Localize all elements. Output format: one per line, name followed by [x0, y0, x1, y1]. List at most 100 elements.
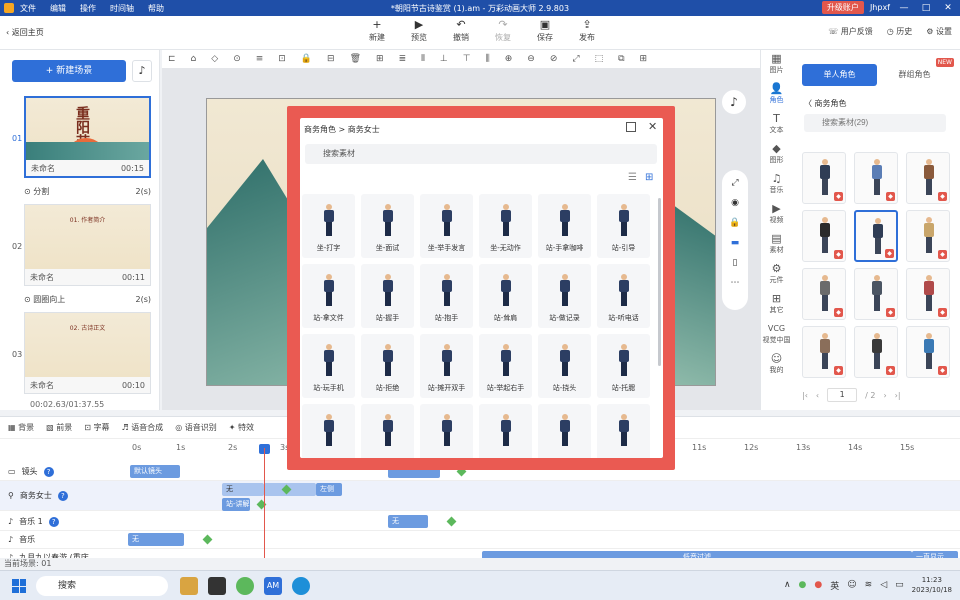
save-button[interactable]: ▣ 保存 [530, 18, 560, 43]
pose-card[interactable]: 站-做记录 [538, 264, 591, 328]
keyframe-icon[interactable] [446, 516, 457, 527]
pose-card[interactable]: 站-手拿咖啡 [538, 194, 591, 258]
pose-search-input[interactable]: 搜索素材 [305, 144, 657, 164]
minimize-button[interactable]: — [896, 3, 912, 13]
history-button[interactable]: ◷ 历史 [887, 26, 913, 37]
language-indicator[interactable]: 英 [830, 579, 839, 592]
audio-clip[interactable]: 无 [128, 533, 184, 546]
pose-card[interactable]: 站-拒绝 [361, 334, 414, 398]
canvas-tool-icon[interactable]: ⊞ [640, 54, 648, 64]
canvas-tool-icon[interactable]: ⊡ [278, 54, 286, 64]
new-button[interactable]: + 新建 [362, 18, 392, 43]
canvas-tool-icon[interactable]: ◇ [211, 54, 218, 64]
lock-icon[interactable]: 🔒 [729, 218, 740, 228]
camera-clip[interactable]: 默认镜头 [130, 465, 180, 478]
file-explorer-icon[interactable] [208, 577, 226, 595]
monitor-icon[interactable]: ▬ [731, 238, 740, 248]
animation-app-icon[interactable]: AM [264, 577, 282, 595]
character-card[interactable]: ◆ [854, 152, 898, 204]
redo-button[interactable]: ↷ 恢复 [488, 18, 518, 43]
pose-card[interactable]: 站-托腮 [597, 334, 650, 398]
category-7[interactable]: ⚙ 元件 [761, 260, 792, 290]
category-1[interactable]: 👤 角色 [761, 80, 792, 110]
canvas-tool-icon[interactable]: 🗑 [350, 54, 361, 64]
library-search-input[interactable] [804, 114, 946, 132]
character-card[interactable]: ◆ [802, 326, 846, 378]
category-6[interactable]: ▤ 素材 [761, 230, 792, 260]
canvas-tool-icon[interactable]: ⊖ [527, 54, 535, 64]
bg-music-button[interactable]: ♪ [722, 90, 746, 114]
tray-app-icon[interactable]: ● [799, 580, 807, 590]
pose-card[interactable] [479, 404, 532, 458]
pose-card[interactable] [420, 404, 473, 458]
pose-card[interactable]: 站-握手 [361, 264, 414, 328]
keyframe-icon[interactable] [202, 534, 213, 545]
pose-card[interactable]: 站-耸肩 [479, 264, 532, 328]
prev-page-button[interactable]: ‹ [816, 391, 819, 400]
feedback-button[interactable]: ☏ 用户反馈 [828, 26, 873, 37]
canvas-tool-icon[interactable]: ⊕ [505, 54, 513, 64]
scene-thumbnail[interactable]: 02. 古诗正文 未命名 00:10 [24, 312, 151, 394]
character-card[interactable]: ◆ [854, 326, 898, 378]
browser-app-icon[interactable] [236, 577, 254, 595]
phone-icon[interactable]: ▯ [733, 258, 738, 268]
clock[interactable]: 11:23 2023/10/18 [912, 575, 952, 595]
category-8[interactable]: ⊞ 其它 [761, 290, 792, 320]
pose-card[interactable]: 站-举起右手 [479, 334, 532, 398]
pose-card[interactable]: 坐-举手发言 [420, 194, 473, 258]
wifi-icon[interactable]: ≋ [865, 580, 873, 590]
menu-edit[interactable]: 编辑 [50, 3, 66, 14]
pose-card[interactable] [538, 404, 591, 458]
audio-clip[interactable]: 无 [388, 515, 428, 528]
scene-transition[interactable]: ⊙ 分割 2(s) [24, 184, 151, 198]
character-card[interactable]: ◆ [854, 268, 898, 320]
settings-button[interactable]: ⚙ 设置 [926, 26, 952, 37]
more-icon[interactable]: ⋯ [731, 278, 740, 288]
canvas-tool-icon[interactable]: ⊞ [376, 54, 384, 64]
pose-card[interactable]: 站-挠头 [538, 334, 591, 398]
character-card[interactable]: ◆ [802, 210, 846, 262]
new-scene-button[interactable]: + 新建场景 [12, 60, 126, 82]
pose-card[interactable]: 站-听电话 [597, 264, 650, 328]
scene-music-button[interactable]: ♪ [132, 60, 152, 82]
fit-screen-icon[interactable]: ⤢ [731, 178, 738, 188]
canvas-tool-icon[interactable]: ⊏ [168, 54, 176, 64]
category-back-link[interactable]: 〈 商务角色 [804, 98, 847, 109]
pose-card[interactable]: 坐-打字 [302, 194, 355, 258]
character-card[interactable]: ◆ [802, 152, 846, 204]
exit-clip[interactable]: 左侧 [316, 483, 342, 496]
category-9[interactable]: VCG 视觉中国 [761, 320, 792, 350]
maximize-button[interactable]: □ [918, 3, 934, 13]
pose-card[interactable] [361, 404, 414, 458]
tab-single-role[interactable]: 单人角色 [802, 64, 877, 86]
subtitle-button[interactable]: ⊡ 字幕 [84, 422, 109, 433]
preview-button[interactable]: ▶ 预览 [404, 18, 434, 43]
upgrade-account-button[interactable]: 升级账户 [821, 1, 864, 14]
ime-icon[interactable]: ☺ [847, 580, 856, 590]
character-card[interactable]: ◆ [906, 152, 950, 204]
help-icon[interactable]: ? [48, 516, 59, 527]
page-input[interactable]: 1 [827, 388, 858, 402]
menu-operate[interactable]: 操作 [80, 3, 96, 14]
pose-card[interactable] [302, 404, 355, 458]
next-page-button[interactable]: › [883, 391, 886, 400]
help-icon[interactable]: ? [43, 466, 54, 477]
canvas-tool-icon[interactable]: ⬚ [595, 54, 604, 64]
category-4[interactable]: ♫ 音乐 [761, 170, 792, 200]
category-3[interactable]: ◆ 图形 [761, 140, 792, 170]
canvas-tool-icon[interactable]: ⧉ [618, 54, 624, 64]
canvas-tool-icon[interactable]: ⫴ [421, 54, 425, 64]
canvas-tool-icon[interactable]: 🔒 [301, 54, 312, 64]
canvas-tool-icon[interactable]: ⊟ [327, 54, 335, 64]
foreground-button[interactable]: ▧ 前景 [46, 422, 72, 433]
pose-card[interactable]: 站-抱手 [420, 264, 473, 328]
menu-timeline[interactable]: 时间轴 [110, 3, 134, 14]
canvas-tool-icon[interactable]: ≡ [256, 54, 264, 64]
category-0[interactable]: ▦ 图片 [761, 50, 792, 80]
scene-transition[interactable]: ⊙ 圆圈向上 2(s) [24, 292, 151, 306]
close-dialog-button[interactable]: ✕ [648, 120, 657, 133]
help-icon[interactable]: ? [57, 490, 68, 501]
canvas-tool-icon[interactable]: ⊤ [463, 54, 471, 64]
menu-help[interactable]: 帮助 [148, 3, 164, 14]
character-card[interactable]: ◆ [802, 268, 846, 320]
